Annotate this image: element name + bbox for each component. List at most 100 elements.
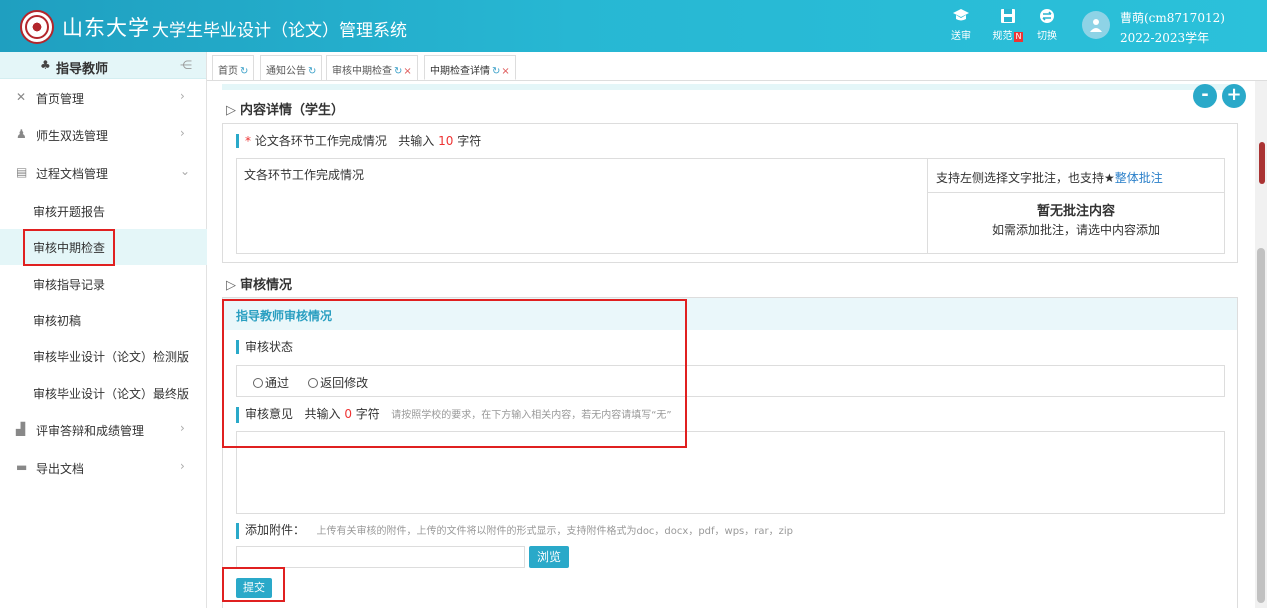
char-count: 10 xyxy=(438,134,454,148)
section-strip xyxy=(222,84,1238,90)
sub-item-label: 审核毕业设计（论文）检测版 xyxy=(33,350,190,364)
student-content-section-title[interactable]: ▷ 内容详情（学生） xyxy=(226,99,344,118)
sidebar-item-review-guidance-records[interactable]: 审核指导记录 xyxy=(0,266,207,302)
highlight-box-review xyxy=(222,299,687,448)
caret-right-icon: ▷ xyxy=(226,103,236,118)
tab-review-midterm[interactable]: 审核中期检查 ↻× xyxy=(326,55,418,80)
users-icon: ♟ xyxy=(16,127,27,141)
standards-button[interactable]: 规范 N xyxy=(990,8,1026,42)
menu-export-documents[interactable]: ▬ 导出文档 › xyxy=(0,450,207,486)
switch-icon xyxy=(1038,8,1056,24)
sub-item-label: 审核开题报告 xyxy=(33,205,106,219)
sidebar-item-review-check-version[interactable]: 审核毕业设计（论文）检测版 xyxy=(0,338,207,374)
avatar[interactable] xyxy=(1082,11,1110,39)
attachment-label: 添加附件： 上传有关审核的附件，上传的文件将以附件的形式显示，支持附件格式为do… xyxy=(236,523,793,539)
refresh-icon[interactable]: ↻ xyxy=(240,66,248,77)
menu-label: 首页管理 xyxy=(36,92,85,106)
annotation-hint: 支持左侧选择文字批注，也支持★ xyxy=(936,171,1115,185)
top-header: 山东大学 大学生毕业设计（论文）管理系统 送审 规范 N 切换 曹萌(cm8717… xyxy=(0,0,1267,52)
menu-mutual-selection[interactable]: ♟ 师生双选管理 › xyxy=(0,117,207,153)
switch-label: 切换 xyxy=(1037,31,1057,42)
tools-icon: ✕ xyxy=(16,90,27,104)
count-prefix: 共输入 xyxy=(398,134,435,148)
student-text-area[interactable]: 文各环节工作完成情况 xyxy=(236,158,928,254)
system-title: 大学生毕业设计（论文）管理系统 xyxy=(152,21,407,41)
browse-button[interactable]: 浏览 xyxy=(529,546,569,568)
submit-review-label: 送审 xyxy=(951,31,971,42)
section-title-text: 内容详情（学生） xyxy=(240,103,345,118)
document-icon: ▤ xyxy=(16,165,28,179)
sidebar-role-title: 指导教师 xyxy=(56,62,109,77)
menu-home-management[interactable]: ✕ 首页管理 › xyxy=(0,80,207,116)
menu-defense-grades[interactable]: ▟ 评审答辩和成绩管理 › xyxy=(0,412,207,448)
required-mark: * xyxy=(245,134,251,148)
scrollbar-thumb[interactable] xyxy=(1257,248,1265,603)
menu-label: 导出文档 xyxy=(36,462,85,476)
submit-review-button[interactable]: 送审 xyxy=(943,8,979,42)
sidebar-item-review-proposal[interactable]: 审核开题报告 xyxy=(0,193,207,229)
caret-right-icon: ▷ xyxy=(226,278,236,293)
no-annotation-title: 暂无批注内容 xyxy=(1036,204,1115,219)
highlight-box-submit xyxy=(222,567,285,602)
graduation-cap-icon xyxy=(952,8,970,24)
menu-label: 过程文档管理 xyxy=(36,167,109,181)
tab-midterm-detail[interactable]: 中期检查详情 ↻× xyxy=(424,55,516,80)
attachment-path-input[interactable] xyxy=(236,546,525,568)
folder-icon: ▬ xyxy=(16,460,28,474)
refresh-icon[interactable]: ↻ xyxy=(308,66,316,77)
menu-process-documents[interactable]: ▤ 过程文档管理 ⌄ xyxy=(0,155,207,191)
chevron-right-icon: › xyxy=(180,459,185,473)
teacher-icon: ♣ xyxy=(40,58,51,72)
student-text: 文各环节工作完成情况 xyxy=(244,168,365,182)
section-title-text: 审核情况 xyxy=(240,278,293,293)
chevron-right-icon: › xyxy=(180,89,185,103)
chevron-down-icon: ⌄ xyxy=(180,164,191,178)
annotation-hint-box: 支持左侧选择文字批注，也支持★整体批注 xyxy=(927,158,1225,193)
sub-item-label: 审核指导记录 xyxy=(33,278,106,292)
chart-icon: ▟ xyxy=(16,422,26,436)
review-section-title[interactable]: ▷ 审核情况 xyxy=(226,274,292,293)
scroll-indicator xyxy=(1259,142,1265,184)
tab-label: 审核中期检查 xyxy=(332,66,392,77)
tab-label: 中期检查详情 xyxy=(430,66,490,77)
new-badge: N xyxy=(1013,32,1024,42)
annotation-empty-box: 暂无批注内容 如需添加批注，请选中内容添加 xyxy=(927,192,1225,254)
university-logo xyxy=(20,10,54,44)
count-suffix: 字符 xyxy=(457,134,482,148)
attachment-hint: 上传有关审核的附件，上传的文件将以附件的形式显示，支持附件格式为doc，docx… xyxy=(316,526,793,537)
tab-home[interactable]: 首页 ↻ xyxy=(212,55,255,80)
sidebar-item-review-final-version[interactable]: 审核毕业设计（论文）最终版 xyxy=(0,375,207,411)
close-icon[interactable]: × xyxy=(501,66,509,77)
sub-item-label: 审核毕业设计（论文）最终版 xyxy=(33,387,190,401)
tab-bar: 首页 ↻ 通知公告 ↻ 审核中期检查 ↻× 中期检查详情 ↻× xyxy=(207,52,1267,81)
attachment-label-text: 添加附件： xyxy=(245,523,306,537)
no-annotation-desc: 如需添加批注，请选中内容添加 xyxy=(991,223,1160,237)
highlight-box-midterm xyxy=(23,229,115,266)
expand-all-button[interactable]: + xyxy=(1222,84,1246,108)
collapse-sidebar-icon[interactable]: ⋲ xyxy=(180,58,192,72)
sidebar-header: ♣ 指导教师 ⋲ xyxy=(0,52,206,79)
standards-label: 规范 xyxy=(992,31,1013,42)
tab-notices[interactable]: 通知公告 ↻ xyxy=(260,55,323,80)
field-label-text: 论文各环节工作完成情况 xyxy=(254,134,387,148)
switch-button[interactable]: 切换 xyxy=(1029,8,1065,42)
menu-label: 师生双选管理 xyxy=(36,129,109,143)
field-label: * 论文各环节工作完成情况 共输入 10 字符 xyxy=(236,134,481,148)
user-name[interactable]: 曹萌(cm8717012) xyxy=(1120,9,1225,26)
refresh-icon[interactable]: ↻ xyxy=(394,66,402,77)
menu-label: 评审答辩和成绩管理 xyxy=(36,424,145,438)
tab-label: 首页 xyxy=(218,66,238,77)
user-icon xyxy=(1090,19,1102,32)
overall-annotation-link[interactable]: 整体批注 xyxy=(1115,171,1163,185)
chevron-right-icon: › xyxy=(180,421,185,435)
university-name: 山东大学 xyxy=(62,16,150,40)
refresh-icon[interactable]: ↻ xyxy=(492,66,500,77)
sidebar-item-review-first-draft[interactable]: 审核初稿 xyxy=(0,302,207,338)
save-icon xyxy=(999,8,1017,24)
chevron-right-icon: › xyxy=(180,126,185,140)
close-icon[interactable]: × xyxy=(403,66,411,77)
academic-year: 2022-2023学年 xyxy=(1120,31,1210,45)
collapse-all-button[interactable]: - xyxy=(1193,84,1217,108)
tab-label: 通知公告 xyxy=(266,66,306,77)
sub-item-label: 审核初稿 xyxy=(33,314,82,328)
